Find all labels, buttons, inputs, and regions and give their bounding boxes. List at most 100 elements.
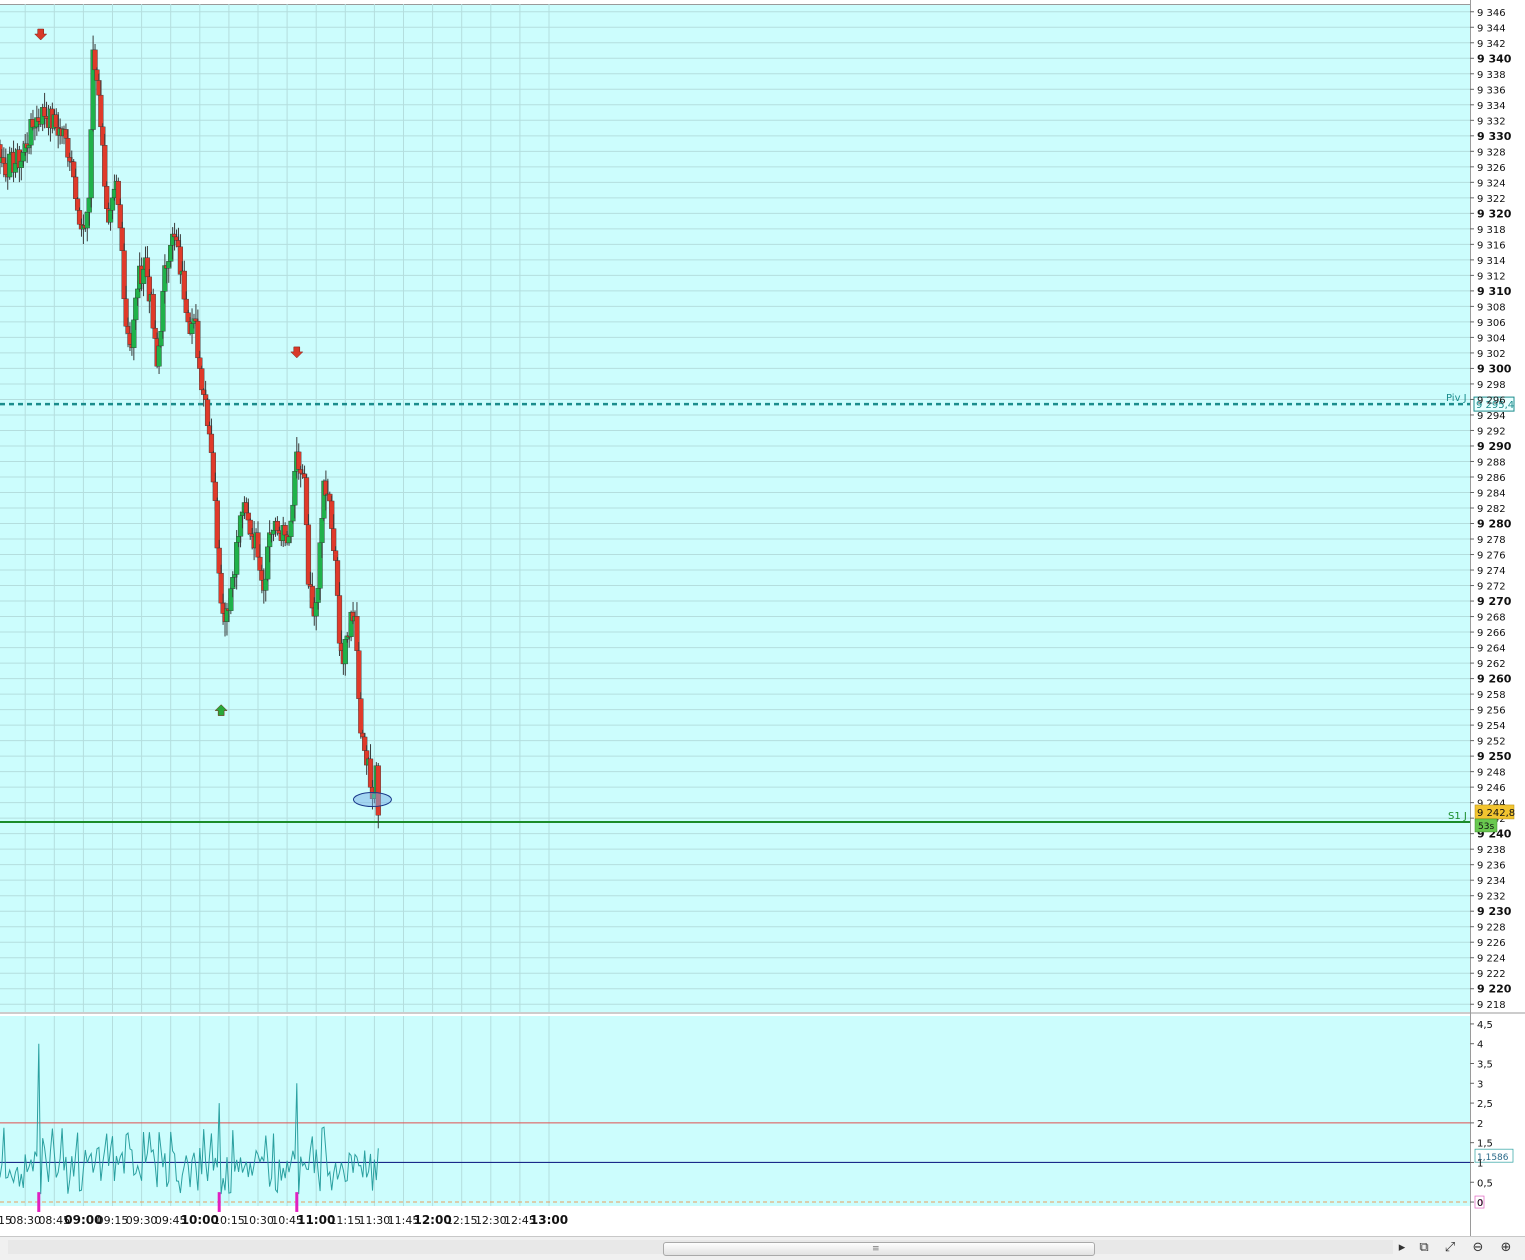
zoom-out-icon[interactable]: ⊖ <box>1468 1239 1488 1257</box>
price-tick-label: 9 234 <box>1477 876 1506 887</box>
price-tick-label: 9 282 <box>1477 504 1506 515</box>
price-tick-label: 9 288 <box>1477 457 1506 468</box>
price-tick-label: 9 264 <box>1477 644 1506 655</box>
candle-body <box>376 766 381 816</box>
price-tick-label: 9 274 <box>1477 566 1506 577</box>
price-tick-label: 9 218 <box>1477 1000 1506 1011</box>
price-tick-label: 9 296 <box>1477 395 1506 406</box>
indicator-tick-label: 2,5 <box>1477 1099 1493 1110</box>
selection-ellipse[interactable] <box>353 793 391 807</box>
chart-canvas[interactable]: Piv J9 295,4S1 J 1,15860 9 3469 3449 342… <box>0 0 1525 1236</box>
price-tick-label: 9 272 <box>1477 582 1506 593</box>
price-tick-label: 9 248 <box>1477 768 1506 779</box>
price-tick-label: 9 268 <box>1477 613 1506 624</box>
price-tick-label: 9 254 <box>1477 721 1506 732</box>
indicator-tick-label: 0 <box>1477 1198 1483 1209</box>
indicator-tick-label: 1,5 <box>1477 1139 1493 1150</box>
indicator-tick-label: 3 <box>1477 1079 1483 1090</box>
time-tick-label: 10:30 <box>242 1214 274 1227</box>
time-tick-label: 11:15 <box>329 1214 361 1227</box>
price-tick-label: 9 336 <box>1477 85 1506 96</box>
signal-mark <box>218 1192 221 1212</box>
price-tick-label: 9 290 <box>1477 440 1512 453</box>
indicator-tick-label: 2 <box>1477 1119 1483 1130</box>
price-tick-label: 9 330 <box>1477 130 1512 143</box>
time-tick-label: 09:15 <box>97 1214 129 1227</box>
price-tick-label: 9 294 <box>1477 411 1506 422</box>
price-tick-label: 9 318 <box>1477 225 1506 236</box>
scrollbar-thumb[interactable]: ≡ <box>663 1242 1095 1256</box>
price-tick-label: 9 308 <box>1477 302 1506 313</box>
indicator-tick-label: 0,5 <box>1477 1178 1493 1189</box>
price-tick-label: 9 300 <box>1477 362 1512 375</box>
candle-body <box>356 651 361 699</box>
price-tick-label: 9 334 <box>1477 101 1506 112</box>
signal-mark <box>37 1192 40 1212</box>
scrollbar-track[interactable]: ≡ <box>8 1240 1393 1254</box>
price-tick-label: 9 238 <box>1477 845 1506 856</box>
indicator-tick-label: 1 <box>1477 1158 1483 1169</box>
price-tick-label: 9 312 <box>1477 271 1506 282</box>
price-tick-label: 9 344 <box>1477 23 1506 34</box>
price-tick-label: 9 298 <box>1477 380 1506 391</box>
price-tick-label: 9 284 <box>1477 488 1506 499</box>
candle-body <box>358 699 363 733</box>
time-tick-label: 13:00 <box>530 1213 568 1227</box>
pivot-label: Piv J <box>1446 393 1467 404</box>
time-tick-label: 08:30 <box>9 1214 41 1227</box>
scrollbar-grip: ≡ <box>872 1244 880 1254</box>
candle-body <box>93 50 98 70</box>
chart-settings-icon[interactable]: ⧉ <box>1414 1239 1434 1257</box>
price-tick-label: 9 236 <box>1477 861 1506 872</box>
candle-body <box>89 130 94 198</box>
time-scrollbar[interactable]: ≡ ▸ ⧉ ⤢ ⊖ ⊕ <box>0 1236 1525 1260</box>
price-tick-label: 9 228 <box>1477 923 1506 934</box>
candle-body <box>320 518 325 543</box>
price-tick-label: 9 292 <box>1477 426 1506 437</box>
support-label: S1 J <box>1448 811 1467 822</box>
candle-body <box>73 177 78 199</box>
price-tick-label: 9 222 <box>1477 969 1506 980</box>
price-tick-label: 9 250 <box>1477 750 1512 763</box>
time-tick-label: 10:15 <box>213 1214 245 1227</box>
zoom-fit-icon[interactable]: ⤢ <box>1440 1239 1460 1257</box>
price-tick-label: 9 256 <box>1477 706 1506 717</box>
time-tick-label: 11:30 <box>359 1214 391 1227</box>
time-tick-label: 12:30 <box>475 1214 507 1227</box>
indicator-tick-label: 4 <box>1477 1040 1483 1051</box>
price-tick-label: 9 280 <box>1477 518 1512 531</box>
price-tick-label: 9 232 <box>1477 892 1506 903</box>
price-tick-label: 9 224 <box>1477 954 1506 965</box>
last-price-value: 9 242,8 <box>1477 808 1515 819</box>
candle-body <box>343 639 348 664</box>
candle-body <box>199 369 204 390</box>
price-tick-label: 9 316 <box>1477 240 1506 251</box>
candle-body <box>157 346 162 366</box>
price-tick-label: 9 260 <box>1477 673 1512 686</box>
signal-mark <box>295 1192 298 1212</box>
price-tick-label: 9 328 <box>1477 147 1506 158</box>
candle-body <box>98 95 103 127</box>
zoom-in-icon[interactable]: ⊕ <box>1496 1239 1516 1257</box>
price-tick-label: 9 278 <box>1477 535 1506 546</box>
price-tick-label: 9 320 <box>1477 207 1512 220</box>
indicator-tick-label: 4,5 <box>1477 1020 1493 1031</box>
price-tick-label: 9 306 <box>1477 318 1506 329</box>
price-tick-label: 9 262 <box>1477 659 1506 670</box>
time-tick-label: 12:15 <box>446 1214 478 1227</box>
price-tick-label: 9 266 <box>1477 628 1506 639</box>
price-tick-label: 9 220 <box>1477 983 1512 996</box>
price-tick-label: 9 286 <box>1477 473 1506 484</box>
price-tick-label: 9 310 <box>1477 285 1512 298</box>
price-tick-label: 9 314 <box>1477 256 1506 267</box>
price-tick-label: 9 246 <box>1477 783 1506 794</box>
price-tick-label: 9 342 <box>1477 39 1506 50</box>
trading-chart-window: Piv J9 295,4S1 J 1,15860 9 3469 3449 342… <box>0 0 1525 1259</box>
play-icon[interactable]: ▸ <box>1392 1239 1412 1257</box>
candle-body <box>102 145 107 186</box>
price-tick-label: 9 346 <box>1477 8 1506 19</box>
time-tick-label: 09:30 <box>126 1214 158 1227</box>
candle-body <box>234 542 239 574</box>
price-tick-label: 9 304 <box>1477 333 1506 344</box>
price-tick-label: 9 324 <box>1477 178 1506 189</box>
